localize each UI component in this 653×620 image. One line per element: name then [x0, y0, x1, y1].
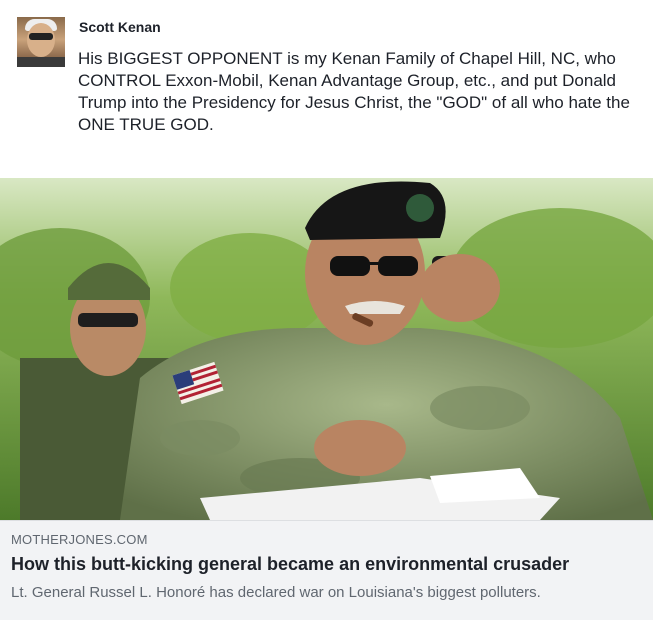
link-preview-image[interactable]	[0, 178, 653, 520]
link-preview-card[interactable]: MOTHERJONES.COM How this butt-kicking ge…	[0, 178, 653, 620]
author-avatar[interactable]	[17, 17, 65, 67]
link-title[interactable]: How this butt-kicking general became an …	[11, 554, 646, 575]
link-domain: MOTHERJONES.COM	[11, 532, 148, 547]
post-header: Scott Kenan His BIGGEST OPPONENT is my K…	[0, 0, 653, 178]
post-text: His BIGGEST OPPONENT is my Kenan Family …	[78, 49, 630, 134]
link-meta: MOTHERJONES.COM How this butt-kicking ge…	[0, 520, 653, 620]
link-description: Lt. General Russel L. Honoré has declare…	[11, 584, 541, 601]
author-name[interactable]: Scott Kenan	[79, 19, 161, 35]
